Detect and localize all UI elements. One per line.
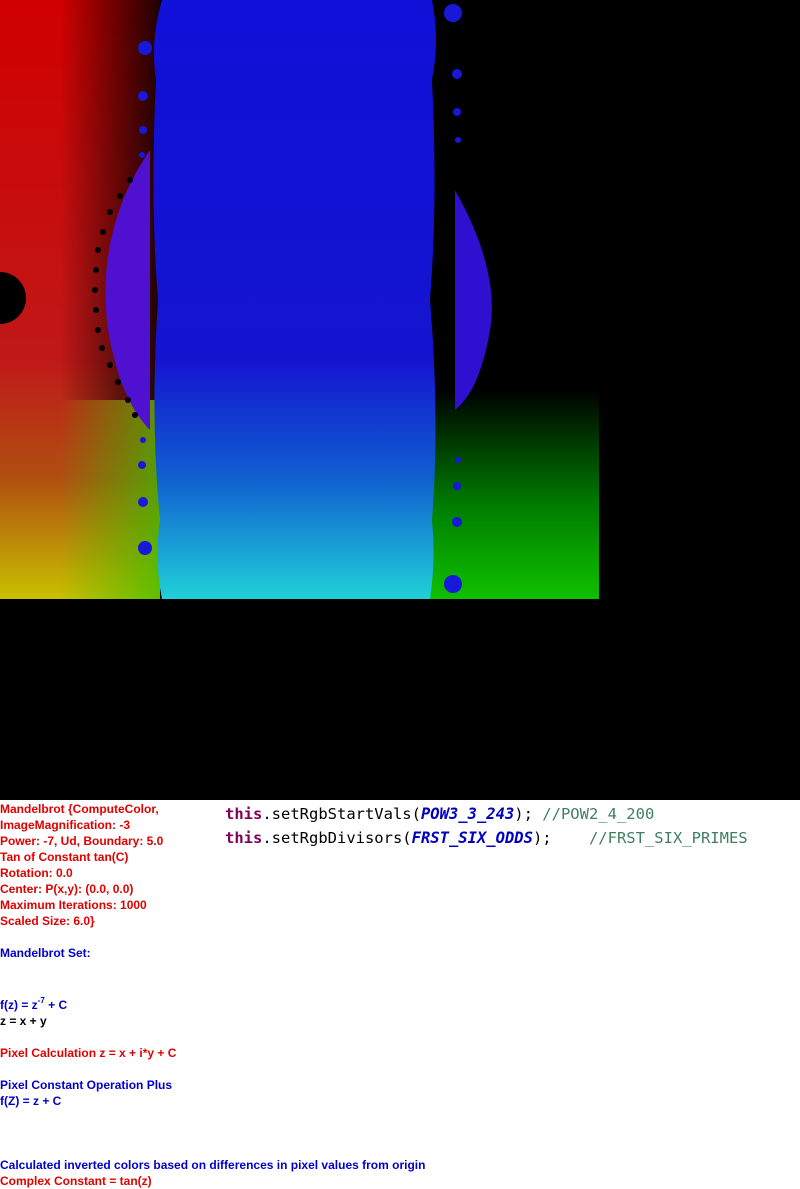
code-snippet: this.setRgbStartVals(POW3_3_243); //POW2…	[225, 802, 748, 850]
set-title: Mandelbrot Set:	[0, 946, 91, 960]
info-line-6: Center: P(x,y): (0.0, 0.0)	[0, 882, 134, 896]
code-keyword: this	[225, 829, 263, 847]
info-line-5: Rotation: 0.0	[0, 866, 73, 880]
pixel-calculation: Pixel Calculation z = x + i*y + C	[0, 1046, 177, 1060]
pixel-function: f(Z) = z + C	[0, 1094, 62, 1108]
code-method: .setRgbStartVals(	[262, 805, 421, 823]
function-formula: f(z) = z-7 + C	[0, 997, 440, 1013]
fractal-image	[0, 0, 599, 599]
code-keyword: this	[225, 805, 263, 823]
info-line-8: Scaled Size: 6.0}	[0, 914, 95, 928]
code-method: .setRgbDivisors(	[262, 829, 412, 847]
function-exponent: -7	[37, 996, 45, 1005]
info-line-4: Tan of Constant tan(C)	[0, 850, 129, 864]
inverted-colors-note: Calculated inverted colors based on diff…	[0, 1158, 426, 1172]
fractal-parameters-panel: Mandelbrot {ComputeColor, ImageMagnifica…	[0, 801, 440, 1189]
code-comment: //POW2_4_200	[532, 805, 655, 823]
code-end: );	[514, 805, 533, 823]
info-line-7: Maximum Iterations: 1000	[0, 898, 147, 912]
code-line-2: this.setRgbDivisors(FRST_SIX_ODDS); //FR…	[225, 826, 748, 850]
function-prefix: f(z) = z	[0, 998, 38, 1012]
code-line-1: this.setRgbStartVals(POW3_3_243); //POW2…	[225, 802, 748, 826]
code-comment: //FRST_SIX_PRIMES	[551, 829, 748, 847]
z-definition: z = x + y	[0, 1014, 47, 1028]
code-end: );	[532, 829, 552, 847]
code-constant: POW3_3_243	[420, 805, 515, 823]
code-constant: FRST_SIX_ODDS	[411, 829, 533, 847]
function-suffix: + C	[44, 998, 68, 1012]
pixel-constant-operation: Pixel Constant Operation Plus	[0, 1078, 173, 1092]
complex-constant: Complex Constant = tan(z)	[0, 1174, 152, 1188]
